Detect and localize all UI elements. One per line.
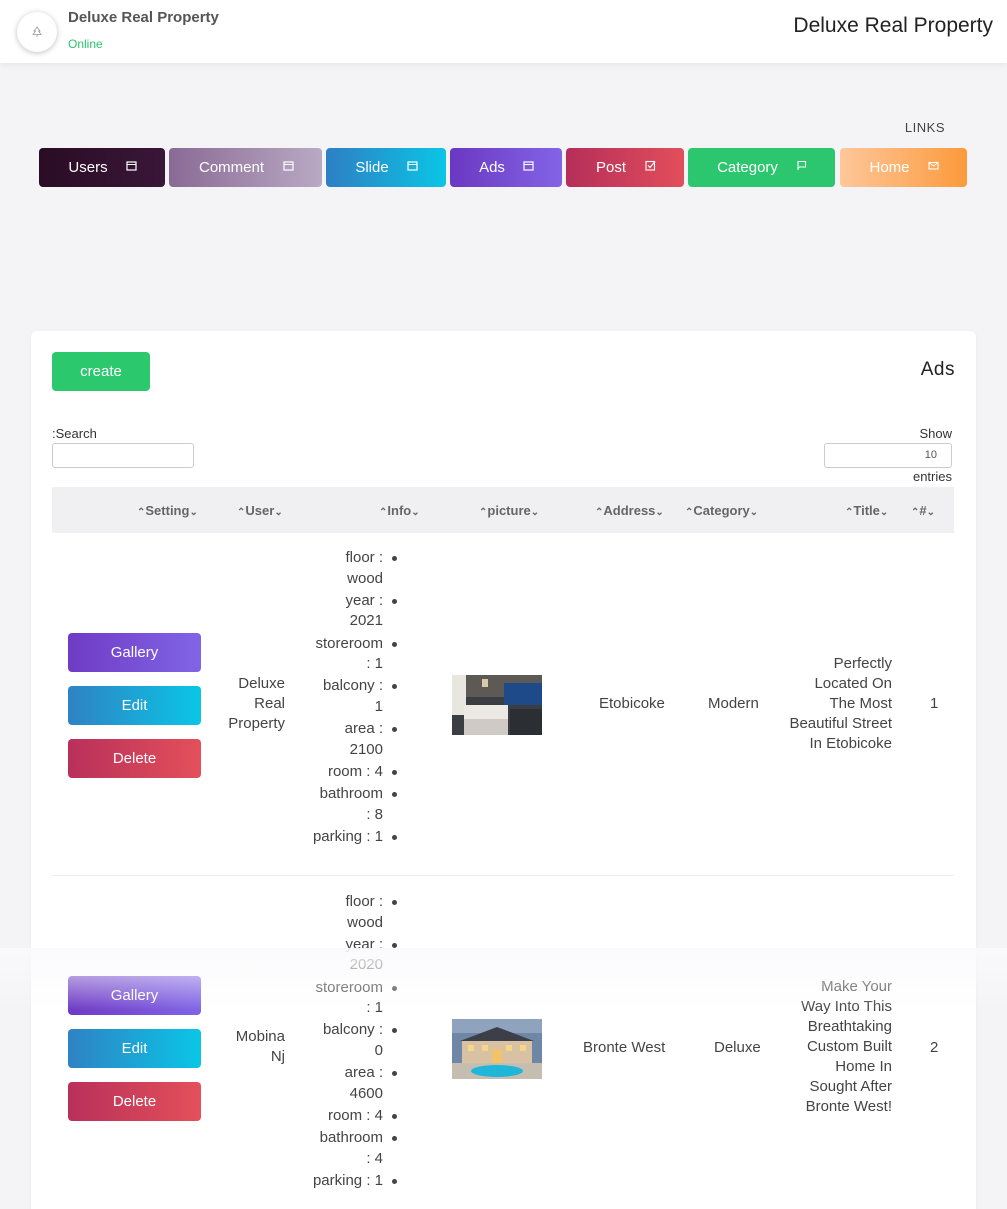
info-item: year :2021 <box>277 591 397 632</box>
user-cell: Deluxe Real Property <box>228 675 285 732</box>
nav-slide-button[interactable]: Slide <box>326 148 446 187</box>
info-item: parking : 1 <box>277 827 397 848</box>
info-item: balcony :1 <box>277 676 397 717</box>
column-picture[interactable]: ⌃picture⌄ <box>479 503 539 518</box>
nav-ads-button[interactable]: Ads <box>450 148 562 187</box>
table-row: Gallery Edit Delete Mobina Nj floor : woo… <box>52 877 954 1209</box>
top-bar: Deluxe Real Property Online Deluxe Real … <box>0 0 1007 63</box>
nav-comment-button[interactable]: Comment <box>169 148 322 187</box>
tree-logo-icon <box>32 26 42 37</box>
check-square-icon <box>645 160 656 171</box>
user-cell: Mobina Nj <box>235 1028 285 1065</box>
info-item: storeroom: 1 <box>277 978 397 1019</box>
edit-button[interactable]: Edit <box>68 686 201 725</box>
column-user[interactable]: ⌃User⌄ <box>237 503 283 518</box>
info-item: area :2100 <box>277 719 397 760</box>
info-item: bathroom: 8 <box>277 784 397 825</box>
nav-label: Comment <box>198 159 265 176</box>
property-picture[interactable] <box>452 1019 542 1079</box>
entries-select[interactable]: 10 <box>824 443 952 468</box>
delete-button[interactable]: Delete <box>68 1082 201 1121</box>
table-header: ⌃Setting⌄ ⌃User⌄ ⌃Info⌄ ⌃picture⌄ ⌃Addre… <box>52 487 954 533</box>
nav-post-button[interactable]: Post <box>566 148 684 187</box>
online-status: Online <box>68 37 103 51</box>
links-label: LINKS <box>904 120 945 135</box>
gallery-button[interactable]: Gallery <box>68 976 201 1015</box>
avatar[interactable] <box>17 12 57 52</box>
card-title: Ads <box>920 359 955 380</box>
title-cell: Make Your Way Into This Breathtaking Cus… <box>801 978 892 1115</box>
title-cell: Perfectly Located On The Most Beautiful … <box>789 655 892 752</box>
info-item: room : 4 <box>277 1106 397 1127</box>
address-cell: Bronte West <box>583 1039 666 1056</box>
search-input[interactable] <box>52 443 194 468</box>
kitchen-photo-icon <box>452 675 542 735</box>
info-item: area :4600 <box>277 1063 397 1104</box>
site-title: Deluxe Real Property <box>793 14 993 37</box>
brand-name: Deluxe Real Property <box>68 9 219 26</box>
nav-label: Post <box>595 159 626 176</box>
address-cell: Etobicoke <box>599 695 665 712</box>
edit-button[interactable]: Edit <box>68 1029 201 1068</box>
info-list: floor : wood year :2021 storeroom: 1 balc… <box>277 548 397 849</box>
mail-icon <box>928 160 939 171</box>
property-picture[interactable] <box>452 675 542 735</box>
flag-icon <box>796 160 807 171</box>
info-item: floor : wood <box>277 892 397 933</box>
info-item: bathroom: 4 <box>277 1128 397 1169</box>
info-item: parking : 1 <box>277 1171 397 1192</box>
number-cell: 1 <box>930 695 939 712</box>
nav-label: Users <box>68 159 108 176</box>
table-row: Gallery Edit Delete Deluxe Real Property… <box>52 533 954 876</box>
search-label: :Search <box>52 426 97 441</box>
calendar-icon <box>407 160 418 171</box>
calendar-icon <box>523 160 534 171</box>
nav-users-button[interactable]: Users <box>39 148 165 187</box>
column-title[interactable]: ⌃Title⌄ <box>845 503 888 518</box>
show-label: Show <box>919 426 952 441</box>
create-button[interactable]: create <box>52 352 150 391</box>
number-cell: 2 <box>930 1039 939 1056</box>
column-info[interactable]: ⌃Info⌄ <box>379 503 420 518</box>
category-cell: Modern <box>708 695 759 712</box>
nav-category-button[interactable]: Category <box>688 148 835 187</box>
info-item: storeroom: 1 <box>277 634 397 675</box>
delete-button[interactable]: Delete <box>68 739 201 778</box>
info-item: room : 4 <box>277 762 397 783</box>
calendar-icon <box>283 160 294 171</box>
house-photo-icon <box>452 1019 542 1079</box>
nav-label: Category <box>717 159 778 176</box>
entries-label: entries <box>912 469 952 484</box>
nav-label: Ads <box>479 159 505 176</box>
category-cell: Deluxe <box>714 1039 761 1056</box>
info-item: floor : wood <box>277 548 397 589</box>
column-category[interactable]: ⌃Category⌄ <box>685 503 758 518</box>
nav-label: Home <box>869 159 910 176</box>
column-address[interactable]: ⌃Address⌄ <box>595 503 664 518</box>
ads-card: create Ads :Search Show 10 entries ⌃Sett… <box>31 331 976 1209</box>
column-setting[interactable]: ⌃Setting⌄ <box>137 503 198 518</box>
gallery-button[interactable]: Gallery <box>68 633 201 672</box>
nav-label: Slide <box>355 159 389 176</box>
info-list: floor : wood year :2020 storeroom: 1 balc… <box>277 892 397 1193</box>
info-item: year :2020 <box>277 935 397 976</box>
calendar-icon <box>126 160 137 171</box>
column-number[interactable]: ⌃#⌄ <box>911 503 935 518</box>
info-item: balcony :0 <box>277 1020 397 1061</box>
nav-home-button[interactable]: Home <box>840 148 967 187</box>
